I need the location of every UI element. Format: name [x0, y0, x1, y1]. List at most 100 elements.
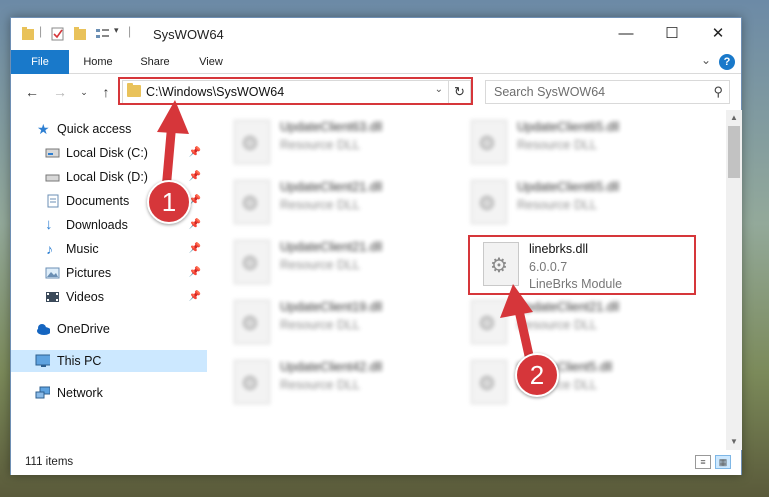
- scroll-down-icon[interactable]: ▼: [726, 434, 742, 450]
- file-item[interactable]: UpdateClient21.dll Resource DLL: [234, 178, 464, 232]
- details-view-icon[interactable]: ≡: [695, 455, 711, 469]
- search-placeholder: Search SysWOW64: [494, 85, 606, 99]
- folder-icon[interactable]: [21, 26, 35, 42]
- minimize-button[interactable]: —: [603, 18, 649, 50]
- ribbon: File Home Share View ⌄ ?: [11, 50, 741, 74]
- music-icon: ♪: [46, 241, 53, 257]
- pin-icon[interactable]: 📌: [189, 214, 201, 236]
- pin-icon[interactable]: 📌: [189, 262, 201, 284]
- forward-arrow-icon[interactable]: →: [49, 81, 71, 103]
- refresh-icon[interactable]: ↻: [448, 81, 470, 103]
- maximize-button[interactable]: ☐: [649, 18, 695, 50]
- dropdown-arrow-icon[interactable]: ▾: [114, 25, 119, 41]
- close-button[interactable]: ✕: [695, 18, 741, 50]
- drive-icon: [45, 174, 60, 182]
- file-type: Resource DLL: [517, 198, 597, 212]
- file-item[interactable]: UpdateClient65.dll Resource DLL: [471, 178, 701, 232]
- customize-icon[interactable]: [95, 26, 111, 42]
- file-item-linebrks[interactable]: linebrks.dll 6.0.0.7 LineBrks Module: [483, 240, 713, 294]
- window-title: SysWOW64: [153, 27, 224, 42]
- item-count: 111 items: [25, 456, 74, 468]
- dll-file-icon: [234, 300, 270, 344]
- separator: |: [128, 24, 132, 38]
- tab-home[interactable]: Home: [75, 50, 121, 74]
- dll-file-icon: [471, 360, 507, 404]
- file-item[interactable]: UpdateClient5.dll Resource DLL: [471, 358, 701, 412]
- title-bar: | ▾ | SysWOW64 — ☐ ✕: [11, 18, 741, 50]
- file-type: LineBrks Module: [529, 277, 623, 291]
- file-name: UpdateClient21.dll: [280, 180, 383, 194]
- scroll-up-icon[interactable]: ▲: [726, 110, 742, 126]
- help-icon[interactable]: ?: [719, 54, 735, 70]
- file-name: UpdateClient63.dll: [280, 120, 383, 134]
- dll-file-icon: [483, 242, 519, 286]
- sidebar-item-this-pc[interactable]: This PC: [11, 350, 207, 372]
- tab-file[interactable]: File: [11, 50, 69, 74]
- sidebar-item-label: Pictures: [66, 266, 112, 280]
- dll-file-icon: [471, 300, 507, 344]
- search-input[interactable]: Search SysWOW64 ⚲: [485, 80, 730, 104]
- address-path[interactable]: C:\Windows\SysWOW64: [146, 85, 284, 99]
- sidebar-item-videos[interactable]: Videos 📌: [11, 286, 207, 308]
- file-name: linebrks.dll: [529, 242, 589, 256]
- address-bar[interactable]: C:\Windows\SysWOW64 ⌄ ↻: [122, 80, 471, 104]
- recent-locations-icon[interactable]: ⌄: [73, 81, 95, 103]
- file-item[interactable]: UpdateClient21.dll Resource DLL: [234, 238, 464, 292]
- file-name: UpdateClient42.dll: [280, 360, 383, 374]
- sidebar-item-label: Quick access: [57, 122, 132, 136]
- pictures-icon: [45, 267, 60, 279]
- navigation-bar: ← → ⌄ ↑ C:\Windows\SysWOW64 ⌄ ↻ Search S…: [11, 75, 741, 109]
- file-item[interactable]: UpdateClient21.dll Resource DLL: [471, 298, 701, 352]
- tab-view[interactable]: View: [189, 50, 233, 74]
- sidebar-item-label: Local Disk (D:): [66, 170, 148, 184]
- file-item[interactable]: UpdateClient42.dll Resource DLL: [234, 358, 464, 412]
- tab-share[interactable]: Share: [131, 50, 179, 74]
- file-name: UpdateClient65.dll: [517, 120, 620, 134]
- dll-file-icon: [234, 240, 270, 284]
- dll-file-icon: [234, 120, 270, 164]
- pin-icon[interactable]: 📌: [189, 286, 201, 308]
- search-icon[interactable]: ⚲: [713, 84, 723, 100]
- scroll-thumb[interactable]: [728, 126, 740, 178]
- dll-file-icon: [471, 180, 507, 224]
- documents-icon: [47, 194, 59, 208]
- pin-icon[interactable]: 📌: [189, 238, 201, 260]
- status-bar: 111 items ≡ ▦: [11, 450, 741, 475]
- drive-icon: [45, 148, 60, 158]
- file-type: Resource DLL: [280, 138, 360, 152]
- file-type: Resource DLL: [280, 378, 360, 392]
- up-arrow-icon[interactable]: ↑: [95, 81, 117, 103]
- download-icon: ↓: [45, 216, 53, 233]
- sidebar-item-pictures[interactable]: Pictures 📌: [11, 262, 207, 284]
- file-item[interactable]: UpdateClient65.dll Resource DLL: [471, 118, 701, 172]
- file-type: Resource DLL: [280, 258, 360, 272]
- sidebar-item-label: Videos: [66, 290, 104, 304]
- sidebar-item-label: Network: [57, 386, 103, 400]
- file-item[interactable]: UpdateClient63.dll Resource DLL: [234, 118, 464, 172]
- vertical-scrollbar[interactable]: ▲ ▼: [726, 110, 742, 450]
- sidebar-item-network[interactable]: Network: [11, 382, 207, 404]
- chevron-down-icon[interactable]: ⌄: [435, 84, 443, 95]
- sidebar-item-local-disk-c[interactable]: Local Disk (C:) 📌: [11, 142, 207, 164]
- file-list: UpdateClient63.dll Resource DLL UpdateCl…: [208, 110, 726, 450]
- chevron-down-icon[interactable]: ⌄: [701, 53, 711, 67]
- dll-file-icon: [234, 360, 270, 404]
- network-icon: [35, 386, 50, 399]
- file-item[interactable]: UpdateClient19.dll Resource DLL: [234, 298, 464, 352]
- file-type: Resource DLL: [517, 138, 597, 152]
- sidebar-item-onedrive[interactable]: OneDrive: [11, 318, 207, 340]
- sidebar-item-music[interactable]: ♪ Music 📌: [11, 238, 207, 260]
- sidebar-item-quick-access[interactable]: ★ Quick access: [11, 118, 207, 140]
- file-name: UpdateClient21.dll: [517, 300, 620, 314]
- new-folder-icon[interactable]: [73, 26, 87, 42]
- step-1-badge: 1: [147, 180, 191, 224]
- tiles-view-icon[interactable]: ▦: [715, 455, 731, 469]
- file-name: UpdateClient65.dll: [517, 180, 620, 194]
- pin-icon[interactable]: 📌: [189, 142, 201, 164]
- back-arrow-icon[interactable]: ←: [21, 81, 43, 103]
- file-type: Resource DLL: [280, 318, 360, 332]
- pin-icon[interactable]: 📌: [189, 166, 201, 188]
- properties-icon[interactable]: [51, 26, 65, 42]
- sidebar-item-label: Music: [66, 242, 99, 256]
- file-name: UpdateClient21.dll: [280, 240, 383, 254]
